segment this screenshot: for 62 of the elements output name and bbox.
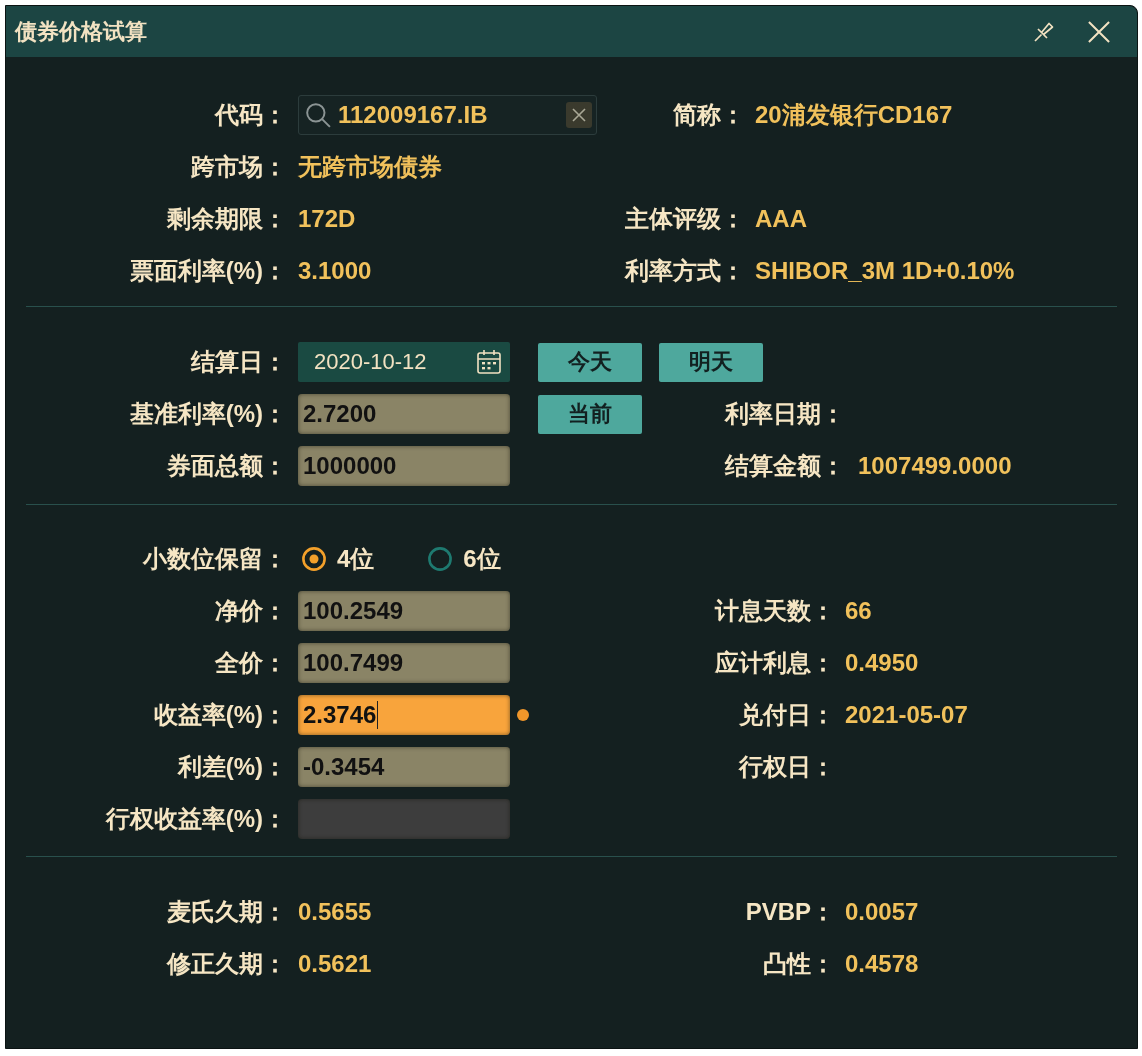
input-field[interactable]: 1000000: [298, 446, 510, 486]
field-value: 20浦发银行CD167: [755, 100, 953, 130]
field-label: 结算金额：: [725, 452, 845, 479]
input-field[interactable]: 2.3746: [298, 695, 510, 735]
field-value: 66: [845, 597, 872, 625]
shortcut-button[interactable]: 当前: [538, 394, 642, 434]
field-label: 小数位保留：: [143, 545, 287, 572]
field-value: 0.5621: [298, 950, 372, 978]
field-label: 兑付日：: [739, 701, 835, 728]
field-value: 0.0057: [845, 898, 919, 926]
field-value: 0.4950: [845, 649, 919, 677]
field-label: 行权日：: [739, 753, 835, 780]
indicator-dot-icon: [517, 709, 529, 721]
field-label: 修正久期：: [167, 950, 287, 977]
input-field[interactable]: 100.7499: [298, 643, 510, 683]
field-label: 收益率(%)：: [153, 701, 287, 728]
shortcut-button[interactable]: 明天: [659, 342, 763, 382]
field-label: 券面总额：: [167, 452, 287, 479]
field-value: SHIBOR_3M 1D+0.10%: [755, 257, 1015, 285]
field-label: 结算日：: [191, 348, 287, 375]
field-label: 简称：: [673, 101, 745, 128]
field-label: 净价：: [215, 597, 287, 624]
date-field[interactable]: 2020-10-12: [298, 342, 510, 382]
field-value: AAA: [755, 205, 807, 233]
window-title: 债券价格试算: [15, 17, 147, 46]
field-value: 2021-05-07: [845, 701, 968, 729]
field-label: 票面利率(%)：: [129, 257, 287, 284]
input-field[interactable]: 100.2549: [298, 591, 510, 631]
radio-option[interactable]: 6位: [428, 543, 501, 575]
clear-icon[interactable]: [566, 102, 592, 128]
shortcut-button[interactable]: 今天: [538, 342, 642, 382]
field-label: 行权收益率(%)：: [105, 805, 287, 832]
field-value: 1007499.0000: [858, 452, 1012, 480]
search-field[interactable]: 112009167.IB: [298, 95, 597, 135]
pin-icon[interactable]: [1034, 21, 1054, 42]
field-value: 无跨市场债券: [298, 152, 442, 182]
input-field[interactable]: 2.7200: [298, 394, 510, 434]
field-value: 3.1000: [298, 257, 372, 285]
field-label: 基准利率(%)：: [129, 400, 287, 427]
search-icon: [305, 102, 331, 128]
field-label: 利率日期：: [725, 400, 845, 427]
field-label: 跨市场：: [191, 153, 287, 180]
field-label: PVBP：: [745, 898, 835, 925]
field-label: 主体评级：: [625, 205, 745, 232]
field-label: 全价：: [215, 649, 287, 676]
input-field[interactable]: -0.3454: [298, 747, 510, 787]
field-label: 应计利息：: [715, 649, 835, 676]
field-label: 代码：: [215, 101, 287, 128]
field-value: 0.5655: [298, 898, 372, 926]
field-label: 麦氏久期：: [167, 898, 287, 925]
field-label: 计息天数：: [715, 597, 835, 624]
field-label: 利率方式：: [625, 257, 745, 284]
close-icon[interactable]: [1088, 20, 1110, 43]
calendar-icon[interactable]: [476, 349, 502, 375]
field-label: 剩余期限：: [167, 205, 287, 232]
field-label: 利差(%)：: [177, 753, 287, 780]
radio-icon[interactable]: [302, 547, 326, 571]
field-value: 0.4578: [845, 950, 919, 978]
field-label: 凸性：: [763, 950, 835, 977]
field-value: 172D: [298, 205, 356, 233]
radio-option[interactable]: 4位: [302, 543, 375, 575]
radio-icon[interactable]: [428, 547, 453, 571]
